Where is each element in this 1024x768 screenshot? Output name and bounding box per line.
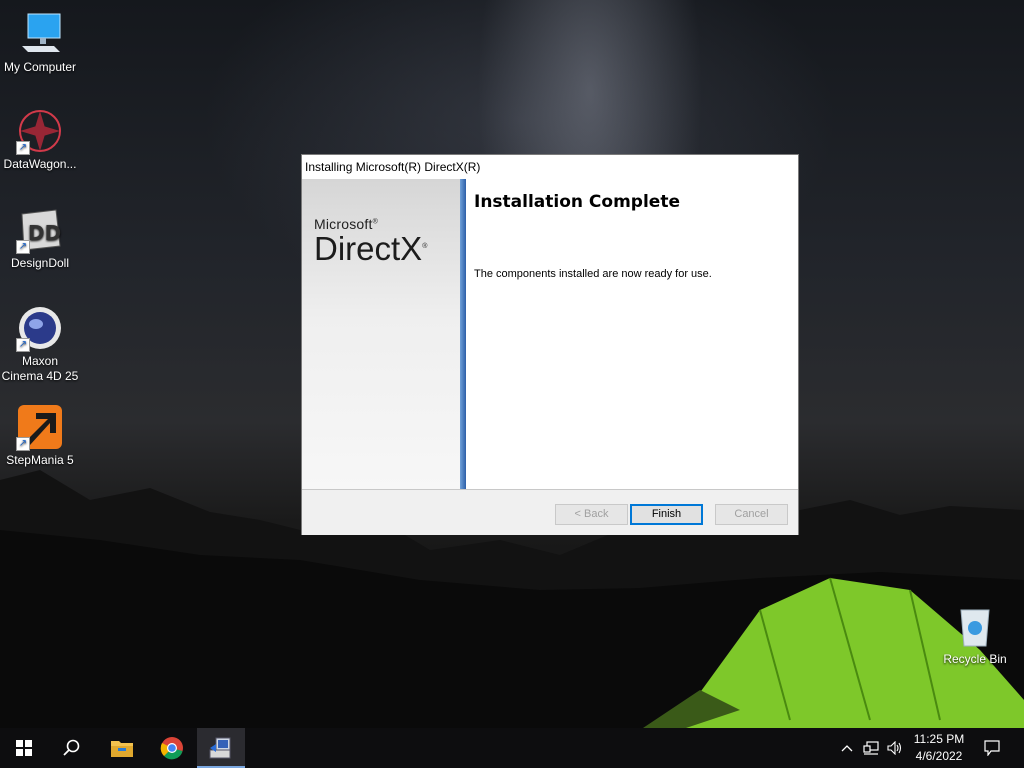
- desktop-icon-stepmania[interactable]: ↗ StepMania 5: [0, 403, 80, 468]
- desktop-icon-recycle-bin[interactable]: Recycle Bin: [935, 602, 1015, 667]
- volume-button[interactable]: [884, 728, 906, 768]
- shortcut-arrow-icon: ↗: [16, 141, 30, 155]
- dialog-title[interactable]: Installing Microsoft(R) DirectX(R): [302, 155, 798, 179]
- chrome-icon: [160, 737, 183, 760]
- logo-big-text: DirectX: [314, 230, 423, 267]
- shortcut-arrow-icon: ↗: [16, 240, 30, 254]
- clock-time: 11:25 PM: [913, 732, 965, 746]
- side-accent-bar: [460, 179, 466, 489]
- desktop-icon-label: DesignDoll: [10, 256, 70, 270]
- desktop-icon-label: StepMania 5: [6, 453, 74, 467]
- desktop-icon-label: My Computer: [3, 60, 77, 74]
- desktop-icon-my-computer[interactable]: My Computer: [0, 10, 80, 75]
- finish-button[interactable]: Finish: [630, 504, 703, 525]
- svg-text:DD: DD: [28, 221, 61, 245]
- file-explorer-icon: [111, 741, 133, 757]
- clock-date: 4/6/2022: [915, 749, 963, 763]
- directx-setup-dialog: Installing Microsoft(R) DirectX(R) Micro…: [301, 154, 799, 535]
- taskbar-clock[interactable]: 11:25 PM 4/6/2022: [905, 731, 973, 765]
- chrome-button[interactable]: [148, 728, 196, 768]
- notification-icon: [984, 740, 1000, 756]
- network-icon: [863, 741, 879, 755]
- desktop-icon-designdoll[interactable]: DD ↗ DesignDoll: [0, 206, 80, 271]
- cancel-button[interactable]: Cancel: [715, 504, 788, 525]
- desktop-icon-datawagon[interactable]: ↗ DataWagon...: [0, 107, 80, 172]
- directx-setup-taskbar-button[interactable]: [197, 728, 245, 768]
- recycle-bin-icon: [960, 609, 990, 647]
- directx-logo-text: DirectX®: [314, 230, 428, 267]
- taskbar: 11:25 PM 4/6/2022: [0, 728, 1024, 768]
- action-center-button[interactable]: [978, 728, 1006, 768]
- file-explorer-button[interactable]: [98, 728, 146, 768]
- dialog-side-panel: Microsoft® DirectX®: [302, 179, 460, 489]
- network-button[interactable]: [860, 728, 882, 768]
- shortcut-arrow-icon: ↗: [16, 437, 30, 451]
- start-button[interactable]: [0, 728, 48, 768]
- directx-setup-icon: [209, 737, 231, 759]
- dialog-footer: < Back Finish Cancel: [302, 489, 798, 535]
- desktop-icon-label: Maxon Cinema 4D 25: [1, 354, 79, 383]
- back-button[interactable]: < Back: [555, 504, 628, 525]
- search-button[interactable]: [48, 728, 96, 768]
- start-icon: [16, 740, 32, 756]
- desktop-icon-cinema4d[interactable]: ↗ Maxon Cinema 4D 25: [0, 304, 80, 384]
- search-icon: [63, 739, 80, 756]
- dialog-content: Installation Complete The components ins…: [474, 179, 788, 280]
- dialog-heading: Installation Complete: [474, 192, 680, 212]
- shortcut-arrow-icon: ↗: [16, 338, 30, 352]
- chevron-up-icon: [841, 745, 853, 752]
- desktop-icon-label: Recycle Bin: [943, 652, 1007, 666]
- show-hidden-icons-button[interactable]: [838, 728, 856, 768]
- dialog-message: The components installed are now ready f…: [474, 268, 712, 280]
- volume-icon: [887, 741, 902, 755]
- desktop-icon-label: DataWagon...: [3, 157, 77, 171]
- monitor-icon: [22, 13, 61, 52]
